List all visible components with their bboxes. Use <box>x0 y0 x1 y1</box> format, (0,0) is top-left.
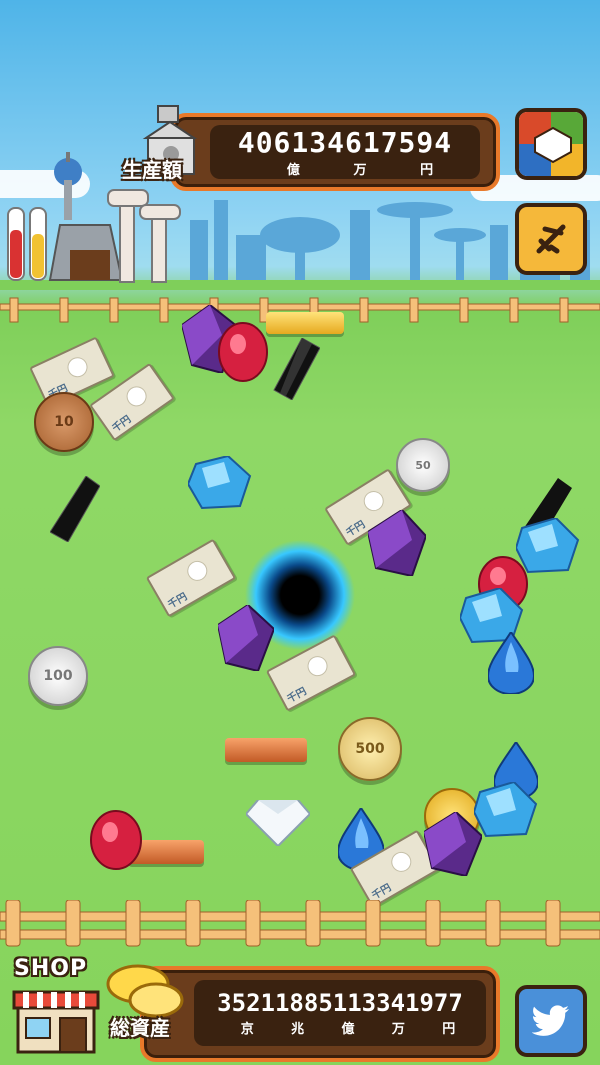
unit-cho: 兆 <box>291 1022 305 1037</box>
gold-bar <box>266 312 344 334</box>
sapphire-rock <box>188 456 252 510</box>
amethyst-gem <box>424 812 482 876</box>
airplane-icon <box>536 224 566 254</box>
coin-500: 500 <box>338 717 402 781</box>
assets-counter: 35211885113341977 京 兆 億 万 円 <box>194 980 486 1046</box>
unit-oku: 億 <box>286 163 300 178</box>
ruby-gem <box>90 810 142 870</box>
shop-label: SHOP <box>14 956 88 981</box>
color-cube-icon <box>519 112 583 176</box>
production-units: 億 万 円 <box>210 159 480 178</box>
unit-yen: 円 <box>420 163 434 178</box>
twitter-bird-icon <box>532 1005 569 1036</box>
obsidian-crystal <box>273 338 320 400</box>
coin-50: 50 <box>396 438 450 492</box>
assets-panel: 35211885113341977 京 兆 億 万 円 <box>140 966 500 1062</box>
coin-100: 100 <box>28 646 88 706</box>
unit-man: 万 <box>391 1022 405 1037</box>
assets-units: 京 兆 億 万 円 <box>194 1018 486 1037</box>
unit-oku: 億 <box>341 1022 355 1037</box>
assets-label: 総資産 <box>110 1016 170 1040</box>
twitter-button[interactable] <box>515 985 587 1057</box>
amethyst-gem <box>368 510 426 576</box>
copper-bar <box>225 738 307 762</box>
production-label: 生産額 <box>122 158 182 182</box>
amethyst-gem <box>218 605 274 671</box>
sapphire-drop <box>488 632 534 694</box>
unit-yen: 円 <box>442 1022 456 1037</box>
sapphire-rock <box>474 782 538 838</box>
travel-button[interactable] <box>515 203 587 275</box>
shop-button[interactable]: SHOP <box>8 956 104 1056</box>
style-button[interactable] <box>515 108 587 180</box>
obsidian-crystal <box>50 476 100 542</box>
diamond <box>246 800 310 846</box>
unit-kei: 京 <box>240 1022 254 1037</box>
ruby-gem <box>218 322 268 382</box>
assets-value: 35211885113341977 <box>217 989 463 1017</box>
production-panel: 406134617594 億 万 円 <box>170 113 500 191</box>
shop-icon <box>12 990 100 1054</box>
fence-bottom <box>0 900 600 947</box>
unit-man: 万 <box>353 163 367 178</box>
coin-10: 10 <box>34 392 94 452</box>
production-value: 406134617594 <box>237 126 453 159</box>
production-counter: 406134617594 億 万 円 <box>210 125 480 179</box>
